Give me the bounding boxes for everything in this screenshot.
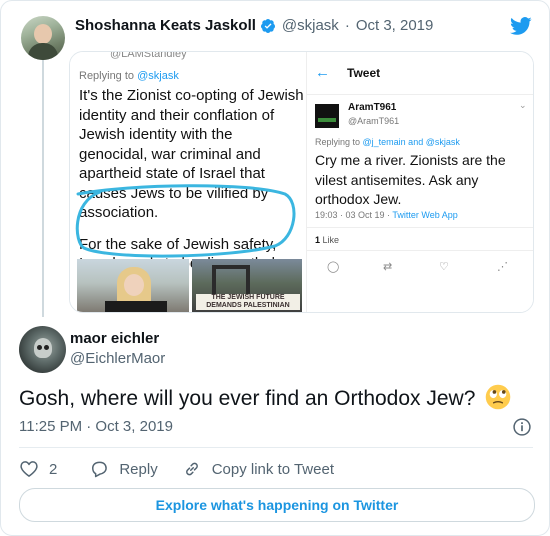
screenshot-replying-to: Replying to @skjask bbox=[79, 70, 179, 82]
screenshot-right-meta-time: 19:03 · 03 Oct 19 · bbox=[315, 210, 393, 220]
thread-connector-line bbox=[42, 59, 44, 317]
parent-tweet-header: Shoshanna Keats Jaskoll @skjask · Oct 3,… bbox=[75, 17, 433, 34]
attached-image[interactable]: @LAMStandley Replying to @skjask It's th… bbox=[69, 51, 534, 313]
screenshot-right-actions: ◯ ⇄ ♡ ⋰ bbox=[307, 260, 533, 276]
parent-date[interactable]: Oct 3, 2019 bbox=[356, 17, 434, 34]
chevron-down-icon: ⌄ bbox=[519, 100, 527, 110]
share-icon: ⋰ bbox=[497, 261, 508, 273]
link-icon bbox=[185, 462, 198, 476]
like-count: 2 bbox=[49, 460, 58, 478]
copy-link-button[interactable]: Copy link to Tweet bbox=[182, 459, 334, 479]
screenshot-replying-to-right: Replying to @j_temain and @skjask bbox=[315, 137, 460, 147]
parent-date-separator: · bbox=[344, 17, 350, 34]
reply-author-handle[interactable]: @EichlerMaor bbox=[70, 350, 165, 367]
reply-button[interactable]: Reply bbox=[89, 459, 158, 479]
like-button[interactable]: 2 bbox=[19, 459, 57, 479]
parent-author-handle[interactable]: @skjask bbox=[282, 17, 339, 34]
screenshot-right: ← Tweet AramT961 @AramT961 ⌄ Replying to… bbox=[306, 52, 533, 312]
screenshot-right-likes-label: Like bbox=[320, 235, 340, 245]
twitter-bird-icon[interactable] bbox=[509, 15, 533, 37]
parent-author-avatar[interactable] bbox=[21, 16, 65, 60]
protest-banner-text: THE JEWISH FUTURE DEMANDS PALESTINIAN FR… bbox=[196, 294, 300, 310]
screenshot-right-meta-source: Twitter Web App bbox=[392, 210, 458, 220]
face-with-rolling-eyes-emoji-icon bbox=[485, 384, 511, 410]
reply-timestamp[interactable]: 11:25 PM · Oct 3, 2019 bbox=[19, 418, 173, 435]
screenshot-right-likes: 1 Like bbox=[315, 235, 339, 245]
actions-divider bbox=[19, 447, 533, 448]
reply-actions-bar: 2 Reply Copy link to Tweet bbox=[19, 459, 334, 479]
heart-icon bbox=[20, 461, 38, 477]
verified-badge-icon bbox=[260, 18, 275, 33]
reply-bubble-icon bbox=[92, 461, 108, 478]
back-arrow-icon: ← bbox=[315, 64, 330, 81]
screenshot-title: Tweet bbox=[347, 66, 381, 80]
reply-tweet-text: Gosh, where will you ever find an Orthod… bbox=[19, 384, 511, 411]
reply-text-content: Gosh, where will you ever find an Orthod… bbox=[19, 387, 476, 410]
screenshot-left: @LAMStandley Replying to @skjask It's th… bbox=[70, 51, 304, 312]
protest-photo-1 bbox=[77, 259, 189, 312]
screenshot-handle-top: @LAMStandley bbox=[110, 51, 187, 60]
highlight-circle-mark bbox=[75, 184, 296, 258]
screenshot-user-name: AramT961 bbox=[348, 102, 397, 113]
reply-icon: ◯ bbox=[327, 261, 340, 273]
screenshot-user-avatar bbox=[315, 104, 339, 128]
retweet-icon: ⇄ bbox=[383, 261, 393, 273]
screenshot-replying-handle: @skjask bbox=[137, 70, 179, 82]
parent-author-name[interactable]: Shoshanna Keats Jaskoll bbox=[75, 17, 256, 34]
protest-photo-2: THE JEWISH FUTURE DEMANDS PALESTINIAN FR… bbox=[192, 259, 302, 312]
screenshot-topbar: ← Tweet bbox=[307, 52, 533, 95]
tweet-embed-card: Shoshanna Keats Jaskoll @skjask · Oct 3,… bbox=[0, 0, 550, 536]
reply-author-avatar[interactable] bbox=[19, 326, 66, 373]
explore-twitter-button[interactable]: Explore what's happening on Twitter bbox=[19, 488, 535, 522]
screenshot-replying-prefix: Replying to bbox=[79, 70, 138, 82]
like-icon: ♡ bbox=[439, 261, 449, 273]
reply-author-name[interactable]: maor eichler bbox=[70, 330, 159, 347]
parent-tweet[interactable]: Shoshanna Keats Jaskoll @skjask · Oct 3,… bbox=[1, 1, 549, 319]
reply-label: Reply bbox=[119, 460, 158, 478]
info-icon[interactable] bbox=[512, 417, 532, 437]
screenshot-right-replying-handles: @j_temain and @skjask bbox=[362, 137, 460, 147]
screenshot-right-body: Cry me a river. Zionists are the vilest … bbox=[315, 152, 506, 207]
screenshot-user-handle: @AramT961 bbox=[348, 116, 400, 126]
copy-link-label: Copy link to Tweet bbox=[211, 460, 334, 478]
screenshot-right-replying-prefix: Replying to bbox=[315, 137, 363, 147]
screenshot-right-meta: 19:03 · 03 Oct 19 · Twitter Web App bbox=[315, 210, 458, 220]
